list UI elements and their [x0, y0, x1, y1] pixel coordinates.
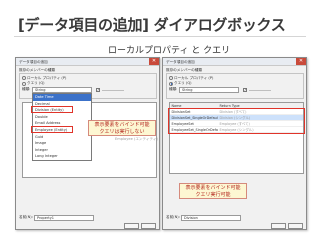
left-callout: 表示要素をバインド可能 クエリは実行しない — [88, 120, 156, 136]
close-icon[interactable]: ✕ — [296, 58, 306, 65]
background-item: Employee (エンティティ) — [115, 137, 158, 141]
ok-button[interactable] — [124, 223, 139, 229]
type-select-value: String — [182, 88, 193, 92]
name-input-value: Property1 — [37, 216, 55, 220]
query-radio-label: クエリ (Q) — [27, 81, 45, 85]
close-icon[interactable]: ✕ — [149, 58, 159, 65]
right-callout: 表示要素をバインド可能 クエリ実行可能 — [179, 183, 247, 199]
left-dialog: データ項目の追加 ✕ 既存のメンバーの種類 ローカル プロパティ (P) クエリ… — [15, 57, 160, 230]
highlight-employee-entity — [31, 126, 73, 133]
left-dialog-title: データ項目の追加 — [19, 60, 48, 64]
right-dialog-title: データ項目の追加 — [166, 60, 195, 64]
title-divider — [14, 36, 306, 37]
highlight-query-grid — [168, 108, 305, 134]
required-label-placeholder — [249, 89, 271, 92]
name-label: 名前(N): — [19, 215, 33, 219]
dropdown-item[interactable]: Date Time — [33, 94, 91, 101]
query-radio[interactable] — [169, 81, 173, 86]
local-property-radio[interactable] — [169, 76, 173, 80]
type-select[interactable]: String — [179, 87, 239, 93]
required-label-placeholder — [102, 89, 124, 92]
cancel-button[interactable] — [288, 223, 303, 229]
dropdown-item[interactable]: Image — [33, 140, 91, 147]
name-input-value: Division — [184, 216, 198, 220]
type-label: 種類: — [169, 87, 178, 91]
left-callout-line2: クエリは実行しない — [99, 128, 145, 135]
highlight-division-entity — [31, 106, 73, 113]
required-checkbox[interactable]: ✓ — [96, 88, 100, 92]
name-label: 名前(N): — [166, 215, 180, 219]
left-dialog-titlebar: データ項目の追加 ✕ — [16, 58, 159, 66]
local-property-radio[interactable] — [22, 76, 26, 80]
type-select-value: String — [35, 88, 46, 92]
slide-title: [データ項目の追加] ダイアログボックス — [18, 16, 286, 34]
dropdown-item[interactable]: Long Integer — [33, 153, 91, 160]
local-property-label: ローカル プロパティ (P) — [174, 75, 214, 80]
slide-subtitle: ローカルプロパティ と クエリ — [108, 46, 231, 56]
dropdown-item[interactable]: Guid — [33, 134, 91, 141]
name-input[interactable]: Property1 — [34, 215, 94, 221]
left-callout-line1: 表示要素をバインド可能 — [94, 122, 150, 128]
required-checkbox[interactable]: ✓ — [243, 88, 247, 92]
dropdown-item[interactable]: Integer — [33, 147, 91, 154]
right-dialog: データ項目の追加 ✕ 既存のメンバーの種類 ローカル プロパティ (P) クエリ… — [162, 57, 307, 230]
right-callout-line1: 表示要素をバインド可能 — [185, 185, 241, 191]
dropdown-item[interactable]: Double — [33, 114, 91, 121]
query-radio[interactable] — [22, 81, 26, 86]
ok-button[interactable] — [271, 223, 286, 229]
query-radio-label: クエリ (Q) — [174, 81, 192, 85]
name-input[interactable]: Division — [181, 215, 241, 221]
type-label: 種類: — [22, 87, 31, 91]
local-property-label: ローカル プロパティ (P) — [27, 75, 67, 80]
cancel-button[interactable] — [141, 223, 156, 229]
right-callout-line2: クエリ実行可能 — [195, 191, 231, 198]
right-dialog-titlebar: データ項目の追加 ✕ — [163, 58, 306, 66]
